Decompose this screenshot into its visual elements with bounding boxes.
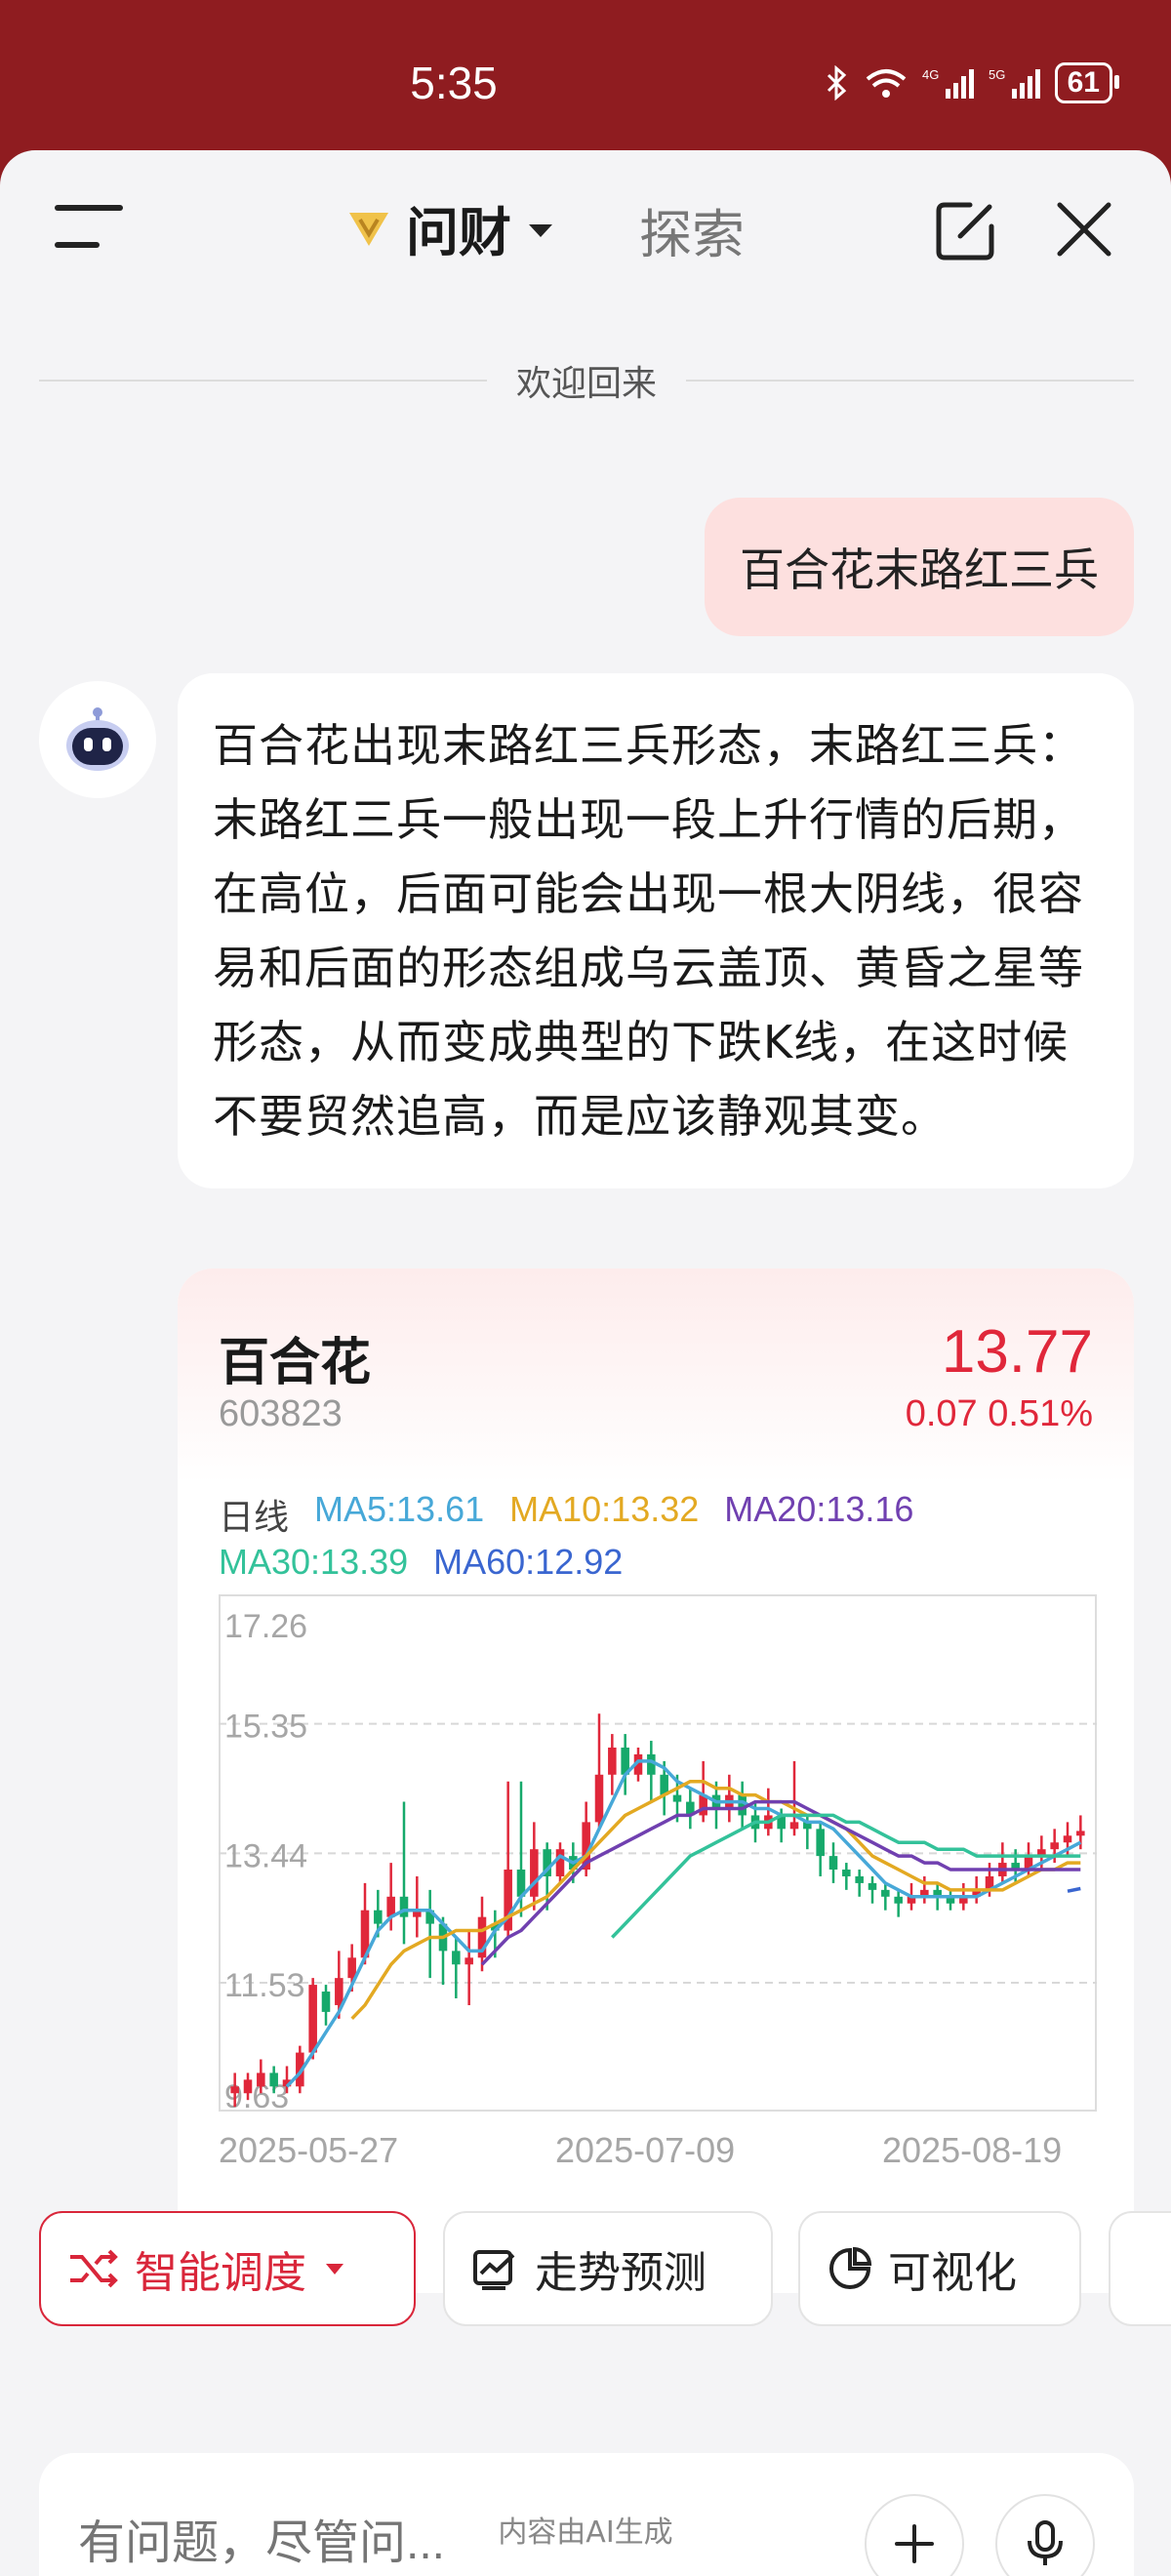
stock-code: 603823 — [219, 1393, 343, 1434]
network-label: 5G — [989, 67, 1005, 82]
battery-indicator: 61 — [1054, 62, 1120, 103]
signal-5g-icon: 5G — [989, 67, 1040, 99]
ma-line-ma60 — [1067, 1886, 1081, 1893]
candle-body — [868, 1882, 877, 1890]
signal-4g-icon: 4G — [922, 67, 974, 99]
trend-chart-icon — [473, 2250, 515, 2290]
candle-body — [257, 2073, 265, 2087]
candle-body — [608, 1747, 617, 1775]
stock-card[interactable]: 百合花 603823 13.77 0.07 0.51% 日线 MA5:13.61… — [178, 1268, 1134, 2293]
candle-body — [308, 1985, 317, 2053]
candle-body — [555, 1849, 565, 1876]
candle-body — [530, 1849, 539, 1897]
y-tick-label: 13.44 — [224, 1837, 307, 1874]
visualize-chip[interactable]: 可视化 — [798, 2211, 1081, 2326]
stock-change: 0.07 0.51% — [905, 1393, 1093, 1434]
status-bar: 5:35 4G 5G 61 — [0, 0, 1171, 146]
candle-body — [464, 1957, 473, 1965]
x-tick-label: 2025-05-27 — [219, 2130, 398, 2170]
more-chip[interactable] — [1109, 2211, 1171, 2326]
candle-body — [842, 1870, 851, 1876]
ma-line-ma5 — [285, 1759, 1082, 2088]
kline-chart: 17.2615.3513.4411.539.632025-05-27 2025-0… — [219, 1594, 1097, 2170]
shuffle-icon — [70, 2249, 118, 2288]
candle-body — [374, 1910, 383, 1924]
x-tick-label: 2025-07-09 — [555, 2130, 735, 2170]
ai-disclaimer: 内容由AI生成 — [498, 2516, 673, 2550]
user-message: 百合花末路红三兵 — [705, 498, 1134, 636]
candle-body — [594, 1774, 604, 1823]
tab-wencai[interactable]: 问财 — [343, 189, 552, 266]
smart-dispatch-chip[interactable]: 智能调度 — [39, 2211, 416, 2326]
candle-body — [1076, 1831, 1085, 1836]
period-label: 日线 — [219, 1497, 290, 1537]
y-tick-label: 17.26 — [224, 1608, 307, 1645]
tab-explore[interactable]: 探索 — [639, 191, 745, 268]
bluetooth-icon — [827, 65, 846, 101]
y-tick-label: 15.35 — [224, 1709, 307, 1746]
trend-forecast-chip[interactable]: 走势预测 — [443, 2211, 773, 2326]
candle-body — [243, 2079, 253, 2094]
trend-forecast-label: 走势预测 — [535, 2248, 707, 2298]
ma30-label: MA30:13.39 — [219, 1542, 409, 1582]
stock-price: 13.77 — [941, 1318, 1093, 1386]
new-chat-icon[interactable] — [935, 199, 997, 262]
assistant-avatar — [39, 681, 156, 798]
candle-body — [230, 2086, 239, 2094]
candle-body — [894, 1896, 903, 1904]
candle-body — [672, 1794, 682, 1802]
svg-text:4G: 4G — [922, 67, 939, 82]
visualize-label: 可视化 — [888, 2248, 1017, 2298]
assistant-message: 百合花出现末路红三兵形态，末路红三兵：末路红三兵一般出现一段上升行情的后期，在高… — [178, 673, 1134, 1188]
candle-body — [399, 1896, 409, 1917]
welcome-divider: 欢迎回来 — [39, 361, 1135, 404]
chevron-down-icon — [529, 224, 552, 237]
ma5-label: MA5:13.61 — [314, 1489, 485, 1529]
chevron-down-icon — [326, 2263, 343, 2274]
smart-dispatch-label: 智能调度 — [135, 2248, 306, 2298]
wencai-logo-icon — [349, 212, 388, 246]
welcome-text: 欢迎回来 — [516, 364, 658, 404]
robot-icon — [66, 707, 129, 771]
tab-wencai-label: 问财 — [406, 202, 511, 263]
menu-button[interactable] — [55, 205, 125, 252]
status-time: 5:35 — [410, 58, 498, 108]
candle-body — [335, 1978, 343, 2005]
pie-chart-icon — [829, 2246, 872, 2289]
candle-body — [828, 1856, 838, 1871]
ma20-label: MA20:13.16 — [724, 1489, 914, 1529]
kline-chart-area: 17.26 15.35 13.44 11.53 9.63 2025-05-27 2025-0… — [219, 1594, 1097, 2170]
candle-body — [816, 1829, 825, 1857]
ma10-label: MA10:13.32 — [509, 1489, 700, 1529]
candle-body — [855, 1875, 864, 1883]
candle-body — [1050, 1842, 1059, 1850]
candle-body — [321, 1992, 331, 2012]
y-tick-label: 11.53 — [224, 1967, 305, 2004]
candle-body — [1063, 1835, 1072, 1843]
close-icon[interactable] — [1054, 199, 1114, 260]
candle-body — [881, 1889, 890, 1897]
ma60-label: MA60:12.92 — [433, 1542, 624, 1582]
candle-body — [789, 1822, 799, 1830]
status-icons: 4G 5G 61 — [825, 62, 1120, 103]
suggestion-chips: 智能调度 走势预测 可视化 — [39, 2211, 1171, 2328]
wifi-icon — [866, 69, 906, 98]
stock-name: 百合花 — [219, 1334, 372, 1392]
candle-body — [452, 1951, 461, 1965]
ma-legend-row-1: 日线 MA5:13.61 MA10:13.32 MA20:13.16 — [219, 1489, 913, 1540]
top-nav: 问财 探索 — [0, 150, 1171, 306]
chat-sheet: 问财 探索 欢迎回来 百合花末路红三兵 百合花出现末路红三兵形态，末路红三兵：末… — [0, 150, 1171, 2576]
ma-legend-row-2: MA30:13.39 MA60:12.92 — [219, 1542, 623, 1583]
x-tick-label: 2025-08-19 — [882, 2130, 1062, 2170]
candle-body — [269, 2073, 278, 2087]
